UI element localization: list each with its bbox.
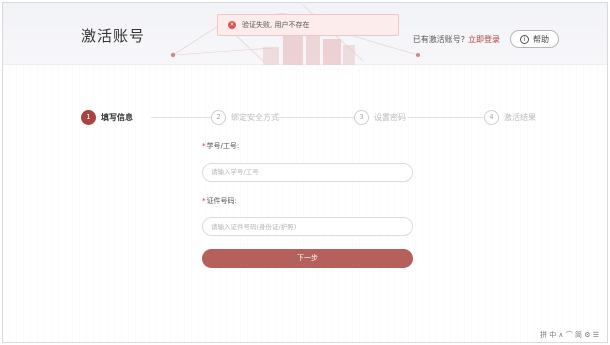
step-label: 填写信息: [101, 113, 133, 122]
ime-toolbar[interactable]: 拼 中 ∧ ⌒ 简 ⚙ ☰: [539, 330, 599, 340]
help-label: 帮助: [533, 34, 549, 44]
id-number-label: *证件号码:: [202, 196, 414, 206]
ime-toolbar-text: 拼 中 ∧ ⌒ 简 ⚙ ☰: [539, 331, 599, 339]
header-actions: 已有激活账号? 立即登录 i 帮助: [413, 30, 559, 48]
next-step-button[interactable]: 下一步: [202, 249, 413, 268]
required-mark: *: [202, 142, 206, 150]
step-label: 激活结果: [504, 113, 536, 122]
toast-message: 验证失败, 用户不存在: [242, 21, 310, 29]
step-label: 设置密码: [374, 113, 406, 122]
step-fill-info: 1 填写信息: [81, 110, 133, 125]
step-connector: [276, 117, 354, 118]
student-id-label: *学号/工号:: [202, 141, 414, 151]
app-window: 激活账号 已有激活账号? 立即登录 i 帮助 × 验证失败, 用户不存在 1 填…: [2, 2, 608, 343]
step-number: 4: [484, 110, 499, 125]
step-bind-security: 2 绑定安全方式: [211, 110, 279, 125]
step-set-password: 3 设置密码: [354, 110, 406, 125]
activation-form: *学号/工号: *证件号码:: [202, 141, 414, 236]
step-number: 1: [81, 110, 96, 125]
have-account-text: 已有激活账号?: [412, 34, 465, 44]
step-connector: [151, 117, 211, 118]
step-number: 2: [211, 110, 226, 125]
info-icon: i: [520, 34, 529, 44]
error-icon: ×: [228, 21, 236, 29]
progress-steps: 1 填写信息 2 绑定安全方式 3 设置密码 4 激活结果: [81, 110, 551, 126]
step-connector: [408, 117, 484, 118]
error-toast: × 验证失败, 用户不存在: [217, 14, 399, 36]
required-mark: *: [202, 196, 206, 205]
step-activation-result: 4 激活结果: [484, 110, 536, 125]
page-title: 激活账号: [81, 27, 146, 45]
step-number: 3: [354, 110, 369, 125]
login-link[interactable]: 立即登录: [468, 34, 500, 45]
id-number-label-text: 证件号码:: [206, 196, 237, 205]
student-id-label-text: 学号/工号:: [206, 142, 240, 150]
id-number-input[interactable]: [202, 217, 413, 236]
step-label: 绑定安全方式: [231, 113, 279, 122]
help-button[interactable]: i 帮助: [510, 30, 559, 48]
student-id-input[interactable]: [202, 162, 413, 182]
